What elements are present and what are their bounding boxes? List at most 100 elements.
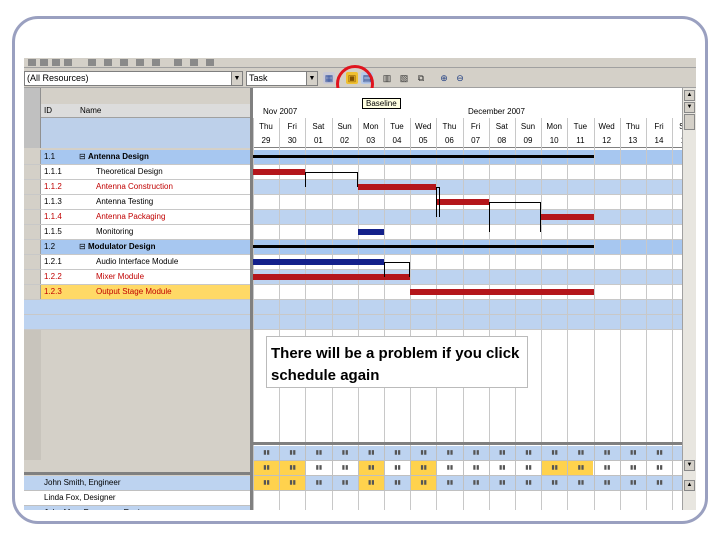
scroll-up-icon[interactable]: ▲ <box>684 90 695 101</box>
task-row[interactable]: 1.2.3 Output Stage Module <box>24 285 250 300</box>
row-selector[interactable] <box>24 225 41 239</box>
level-icon[interactable]: ▧ <box>398 72 410 84</box>
task-row[interactable]: 1.1.1 Theoretical Design <box>24 165 250 180</box>
row-selector[interactable] <box>24 195 41 209</box>
row-selector[interactable] <box>24 150 41 164</box>
row-selector[interactable] <box>24 240 41 254</box>
row-selector[interactable] <box>24 285 41 299</box>
resource-filter-select[interactable]: (All Resources) ▼ <box>24 71 243 86</box>
day-name: Sat <box>312 122 325 131</box>
resource-divider[interactable] <box>253 442 682 445</box>
toolbar-icon[interactable] <box>88 59 96 66</box>
zoom-in-icon[interactable]: ⊕ <box>438 72 450 84</box>
load-cell: ▮▮ <box>567 476 593 490</box>
scroll-down-icon[interactable]: ▼ <box>684 460 695 471</box>
task-id: 1.1.1 <box>44 167 62 176</box>
id-column-header[interactable]: ID <box>44 106 52 115</box>
toolbar-icon[interactable] <box>52 59 60 66</box>
resource-row[interactable]: Linda Fox, Designer <box>24 491 250 506</box>
task-row[interactable]: ⊟ 1.2 Modulator Design <box>24 240 250 255</box>
toolbar-icon[interactable] <box>120 59 128 66</box>
day-name: Thu <box>259 122 273 131</box>
row-selector[interactable] <box>24 210 41 224</box>
toolbar-icon[interactable] <box>64 59 72 66</box>
chart-icon[interactable]: ▦ <box>323 72 335 84</box>
task-bar[interactable] <box>541 214 594 220</box>
task-row[interactable]: 1.1.4 Antenna Packaging <box>24 210 250 225</box>
task-row[interactable]: 1.1.3 Antenna Testing <box>24 195 250 210</box>
resource-histogram-row: ▮▮▮▮▮▮▮▮▮▮▮▮▮▮▮▮▮▮▮▮▮▮▮▮▮▮▮▮▮▮▮▮▮▮ <box>253 461 682 476</box>
day-number: 04 <box>392 136 402 145</box>
day-name: Mon <box>363 122 379 131</box>
load-cell: ▮▮ <box>515 461 541 475</box>
view-select[interactable]: Task ▼ <box>246 71 318 86</box>
summary-bar[interactable] <box>253 245 594 248</box>
toolbar-icon[interactable] <box>136 59 144 66</box>
dependency-line <box>488 202 542 232</box>
collapse-icon[interactable]: ⊟ <box>79 150 86 164</box>
resource-name: John Smith, Engineer <box>44 478 121 487</box>
scroll-down-icon[interactable]: ▼ <box>684 102 695 113</box>
week-label: December 2007 <box>468 107 525 116</box>
task-row[interactable]: 1.1.5 Monitoring <box>24 225 250 240</box>
row-selector[interactable] <box>24 270 41 284</box>
task-bar[interactable] <box>436 199 489 205</box>
task-bar[interactable] <box>253 169 306 175</box>
toolbar-icon[interactable] <box>40 59 48 66</box>
day-number: 13 <box>628 136 638 145</box>
collapse-icon[interactable]: ⊟ <box>79 240 86 254</box>
task-bar[interactable] <box>410 289 594 295</box>
load-cell: ▮▮ <box>619 446 646 460</box>
load-cell: ▮▮ <box>331 446 358 460</box>
scroll-thumb[interactable] <box>684 114 695 130</box>
load-cell: ▮▮ <box>567 446 593 460</box>
load-cell: ▮▮ <box>619 461 646 475</box>
summary-bar[interactable] <box>253 155 594 158</box>
task-name: Antenna Construction <box>96 182 173 191</box>
task-row[interactable]: 1.1.2 Antenna Construction <box>24 180 250 195</box>
toolbar-icon[interactable] <box>104 59 112 66</box>
task-name: Modulator Design <box>88 242 156 251</box>
toolbar-icon[interactable] <box>28 59 36 66</box>
name-column-header[interactable]: Name <box>80 106 101 115</box>
resource-row[interactable]: John Moe, Frequency Engineer <box>24 506 250 510</box>
row-selector-header <box>24 88 41 148</box>
task-row[interactable]: 1.2.1 Audio Interface Module <box>24 255 250 270</box>
row-selector[interactable] <box>24 165 41 179</box>
task-id: 1.2.1 <box>44 257 62 266</box>
load-cell: ▮▮ <box>253 461 279 475</box>
day-number: 09 <box>523 136 533 145</box>
empty-row <box>24 300 250 315</box>
load-cell: ▮▮ <box>357 476 384 490</box>
task-bar[interactable] <box>357 229 384 235</box>
task-row[interactable]: 1.2.2 Mixer Module <box>24 270 250 285</box>
toolbar-icon[interactable] <box>174 59 182 66</box>
row-selector[interactable] <box>24 180 41 194</box>
load-cell: ▮▮ <box>646 476 672 490</box>
link-icon[interactable]: ⧉ <box>415 72 427 84</box>
resource-divider[interactable] <box>24 472 250 475</box>
day-number: 08 <box>497 136 507 145</box>
toolbar-icon[interactable] <box>206 59 214 66</box>
chevron-down-icon[interactable]: ▼ <box>306 72 317 85</box>
load-cell: ▮▮ <box>462 476 489 490</box>
chevron-down-icon[interactable]: ▼ <box>231 72 242 85</box>
load-cell: ▮▮ <box>462 446 489 460</box>
task-bar[interactable] <box>253 259 384 265</box>
resource-row[interactable]: John Smith, Engineer <box>24 476 250 491</box>
task-row[interactable]: ⊟ 1.1 Antenna Design <box>24 150 250 165</box>
toolbar-icon[interactable] <box>190 59 198 66</box>
vertical-scrollbar[interactable]: ▲ ▼ ▼ ▲ <box>682 88 696 510</box>
grid-icon[interactable]: ▥ <box>381 72 393 84</box>
task-bar[interactable] <box>357 184 437 190</box>
day-name: Sat <box>495 122 508 131</box>
task-id: 1.1.4 <box>44 212 62 221</box>
task-name: Output Stage Module <box>96 287 172 296</box>
row-selector-column <box>24 330 41 460</box>
zoom-out-icon[interactable]: ⊖ <box>454 72 466 84</box>
load-cell: ▮▮ <box>253 446 279 460</box>
row-selector[interactable] <box>24 255 41 269</box>
task-name: Theoretical Design <box>96 167 163 176</box>
scroll-up-icon[interactable]: ▲ <box>684 480 695 491</box>
toolbar-icon[interactable] <box>152 59 160 66</box>
